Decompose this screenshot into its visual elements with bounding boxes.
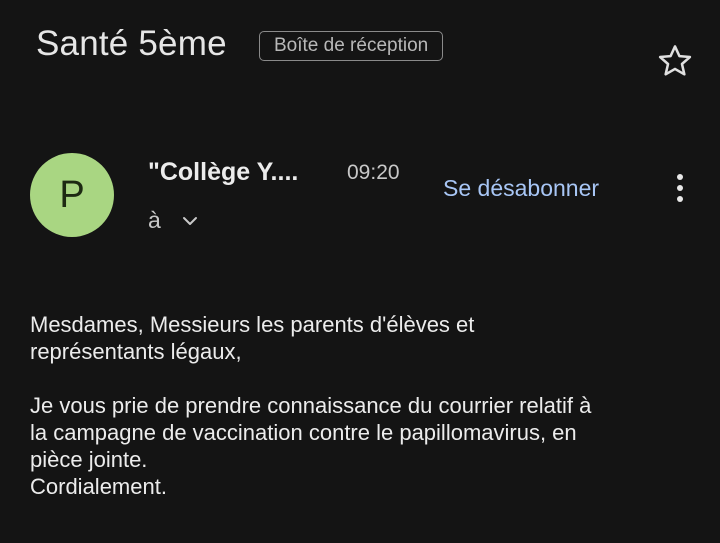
body-text-line: pièce jointe. — [30, 447, 148, 472]
body-closing: Cordialement. — [30, 474, 167, 499]
body-greeting-line: Mesdames, Messieurs les parents d'élèves… — [30, 312, 475, 337]
body-text-line: Je vous prie de prendre connaissance du … — [30, 393, 592, 418]
unsubscribe-link[interactable]: Se désabonner — [443, 175, 599, 202]
recipient-label: à — [148, 207, 161, 233]
email-view: Santé 5ème Boîte de réception P "Collège… — [0, 0, 720, 543]
sender-name[interactable]: "Collège Y.... — [148, 158, 298, 187]
chevron-down-icon[interactable] — [180, 211, 200, 231]
email-body: Mesdames, Messieurs les parents d'élèves… — [30, 311, 700, 500]
message-time: 09:20 — [347, 161, 400, 184]
email-subject: Santé 5ème — [36, 24, 227, 63]
sender-avatar[interactable]: P — [30, 153, 114, 237]
more-options-icon[interactable] — [670, 174, 690, 206]
inbox-label-chip[interactable]: Boîte de réception — [259, 31, 444, 61]
body-text-line: la campagne de vaccination contre le pap… — [30, 420, 577, 445]
body-greeting-line: représentants légaux, — [30, 339, 242, 364]
star-icon[interactable] — [656, 42, 694, 80]
